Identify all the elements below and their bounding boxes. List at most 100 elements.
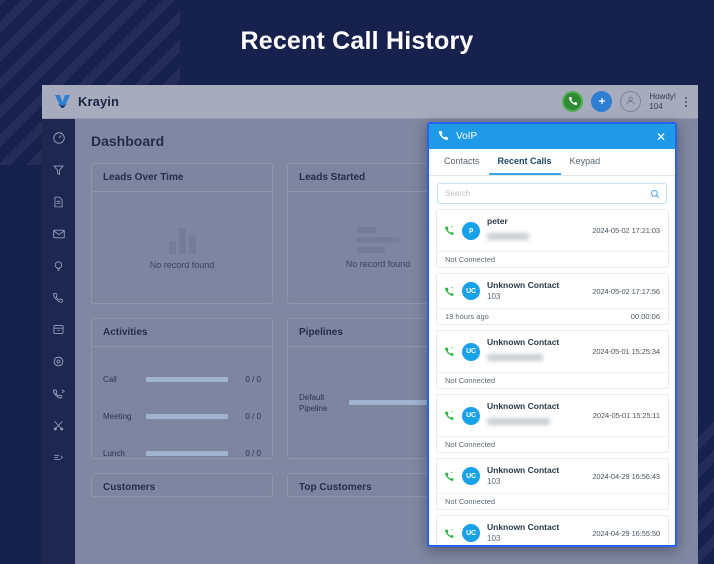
call-item-main: UC Unknown Contact 103 2024-04-29 16:55:50 bbox=[437, 516, 668, 545]
call-list-item[interactable]: UCUnknown Contact1032024-04-29 16:55:50N… bbox=[436, 515, 669, 545]
app-topbar: Krayin Howdy! 104 bbox=[42, 85, 698, 119]
call-timestamp: 2024-04-29 16:55:50 bbox=[592, 528, 660, 538]
activity-row: Meeting 0 / 0 bbox=[92, 398, 272, 435]
sidebar-item-products[interactable] bbox=[49, 256, 68, 275]
outgoing-call-icon bbox=[444, 286, 455, 297]
pipeline-label: Default Pipeline bbox=[299, 392, 328, 413]
call-list-item[interactable]: UC Unknown Contact 103 2024-04-29 16:56:43 N… bbox=[436, 458, 669, 510]
call-list-item[interactable]: UC Unknown Contact 103 2024-05-02 17:17:56 1… bbox=[436, 273, 669, 325]
voip-panel-header: VoIP ✕ bbox=[429, 124, 675, 149]
user-greeting[interactable]: Howdy! 104 bbox=[649, 92, 676, 112]
contact-name: Unknown Contact bbox=[487, 401, 560, 411]
avatar[interactable] bbox=[620, 91, 642, 112]
activity-count: 0 / 0 bbox=[245, 412, 261, 421]
call-timestamp: 2024-05-02 17:21:03 bbox=[592, 226, 660, 235]
call-item-text: Unknown Contact 103 bbox=[487, 522, 585, 544]
call-list-item[interactable]: UC Unknown Contact 2024-05-01 15:25:34 Not… bbox=[436, 330, 669, 389]
sidebar-item-quotes[interactable] bbox=[49, 192, 68, 211]
topbar-add-button[interactable] bbox=[591, 91, 613, 112]
call-item-footer: Not Connected bbox=[437, 493, 668, 509]
brand-name: Krayin bbox=[78, 94, 120, 109]
card-leads-over-time: Leads Over Time No record found bbox=[91, 163, 273, 304]
activity-count: 0 / 0 bbox=[245, 375, 261, 384]
sidebar-item-logout[interactable] bbox=[49, 448, 68, 467]
activity-progress-bar bbox=[146, 377, 228, 382]
call-timestamp: 2024-05-01 15:25:34 bbox=[592, 347, 660, 356]
search-input[interactable] bbox=[445, 189, 659, 198]
voip-title: VoIP bbox=[456, 131, 478, 142]
sidebar-item-inventory[interactable] bbox=[49, 320, 68, 339]
tab-keypad[interactable]: Keypad bbox=[561, 149, 610, 175]
activity-label: Meeting bbox=[103, 412, 132, 421]
call-item-footer: Not Connected bbox=[437, 372, 668, 388]
card-customers: Customers bbox=[91, 473, 273, 497]
sidebar-item-mail[interactable] bbox=[49, 224, 68, 243]
outgoing-call-icon bbox=[444, 410, 455, 421]
brand-logo[interactable]: Krayin bbox=[54, 94, 119, 109]
call-list-item[interactable]: p peter 2024-05-02 17:21:03 Not Connected bbox=[436, 209, 669, 268]
call-item-footer: Not Connected bbox=[437, 251, 668, 267]
activity-progress-bar bbox=[146, 451, 228, 456]
tab-recent-calls[interactable]: Recent Calls bbox=[488, 149, 561, 175]
contact-avatar: UC bbox=[462, 467, 480, 485]
sidebar-item-leads[interactable] bbox=[49, 160, 68, 179]
bar-list-placeholder-icon bbox=[357, 226, 399, 253]
topbar-actions: Howdy! 104 bbox=[562, 91, 687, 112]
call-item-main: UC Unknown Contact 103 2024-05-02 17:17:56 bbox=[437, 274, 668, 308]
sidebar-item-voip[interactable] bbox=[49, 384, 68, 403]
contact-avatar: p bbox=[462, 221, 480, 240]
plus-icon bbox=[597, 93, 607, 111]
call-duration: 00:00:06 bbox=[630, 312, 660, 321]
call-item-text: peter bbox=[487, 216, 585, 245]
recent-calls-list[interactable]: p peter 2024-05-02 17:21:03 Not Connected U… bbox=[429, 209, 675, 545]
contact-avatar: UC bbox=[462, 406, 480, 425]
card-title: Activities bbox=[92, 319, 272, 347]
contact-avatar: UC bbox=[462, 524, 480, 542]
card-activities: Activities Call 0 / 0 Meeting 0 / 0 Lunc… bbox=[91, 318, 273, 459]
phone-icon bbox=[568, 93, 578, 111]
activity-count: 0 / 0 bbox=[245, 449, 261, 458]
call-list-item[interactable]: UC Unknown Contact 2024-05-01 15:25:11 Not… bbox=[436, 394, 669, 453]
call-item-main: p peter 2024-05-02 17:21:03 bbox=[437, 210, 668, 251]
greeting-user: 104 bbox=[649, 101, 663, 111]
call-item-footer: Not Connected bbox=[437, 436, 668, 452]
search-icon[interactable] bbox=[650, 189, 660, 199]
sidebar-item-settings[interactable] bbox=[49, 352, 68, 371]
search-box[interactable] bbox=[437, 183, 667, 204]
empty-state-text: No record found bbox=[345, 258, 411, 269]
sidebar-item-contacts[interactable] bbox=[49, 288, 68, 307]
call-item-footer: 19 hours ago 00:00:06 bbox=[437, 308, 668, 324]
kebab-menu-icon[interactable] bbox=[685, 96, 687, 107]
call-item-text: Unknown Contact 103 bbox=[487, 280, 585, 302]
contact-detail-redacted bbox=[487, 418, 550, 425]
outgoing-call-icon bbox=[444, 528, 455, 539]
contact-name: Unknown Contact bbox=[487, 337, 560, 347]
call-item-text: Unknown Contact bbox=[487, 337, 585, 366]
call-status: Not Connected bbox=[445, 497, 496, 506]
voip-tabs: Contacts Recent Calls Keypad bbox=[429, 149, 675, 176]
sidebar-item-configuration[interactable] bbox=[49, 416, 68, 435]
contact-avatar: UC bbox=[462, 342, 480, 361]
contact-name: Unknown Contact bbox=[487, 522, 560, 532]
topbar-call-button[interactable] bbox=[562, 91, 584, 112]
close-icon[interactable]: ✕ bbox=[656, 131, 666, 143]
contact-detail: 103 bbox=[487, 534, 501, 543]
call-item-main: UC Unknown Contact 103 2024-04-29 16:56:43 bbox=[437, 459, 668, 493]
call-item-main: UC Unknown Contact 2024-05-01 15:25:34 bbox=[437, 331, 668, 372]
card-body: No record found bbox=[92, 192, 272, 303]
voip-search-container bbox=[429, 176, 675, 209]
outgoing-call-icon bbox=[444, 346, 455, 357]
activity-label: Lunch bbox=[103, 449, 125, 458]
call-timestamp: 2024-04-29 16:56:43 bbox=[592, 471, 660, 481]
user-icon bbox=[625, 93, 636, 111]
sidebar bbox=[42, 119, 75, 564]
sidebar-item-dashboard[interactable] bbox=[49, 128, 68, 147]
tab-contacts[interactable]: Contacts bbox=[435, 149, 489, 175]
call-status: Not Connected bbox=[445, 376, 496, 385]
phone-icon bbox=[438, 128, 449, 146]
call-item-main: UC Unknown Contact 2024-05-01 15:25:11 bbox=[437, 395, 668, 436]
call-timestamp: 2024-05-01 15:25:11 bbox=[592, 411, 660, 420]
contact-name: Unknown Contact bbox=[487, 280, 560, 290]
activity-label: Call bbox=[103, 375, 117, 384]
activity-row: Lunch 0 / 0 bbox=[92, 435, 272, 458]
